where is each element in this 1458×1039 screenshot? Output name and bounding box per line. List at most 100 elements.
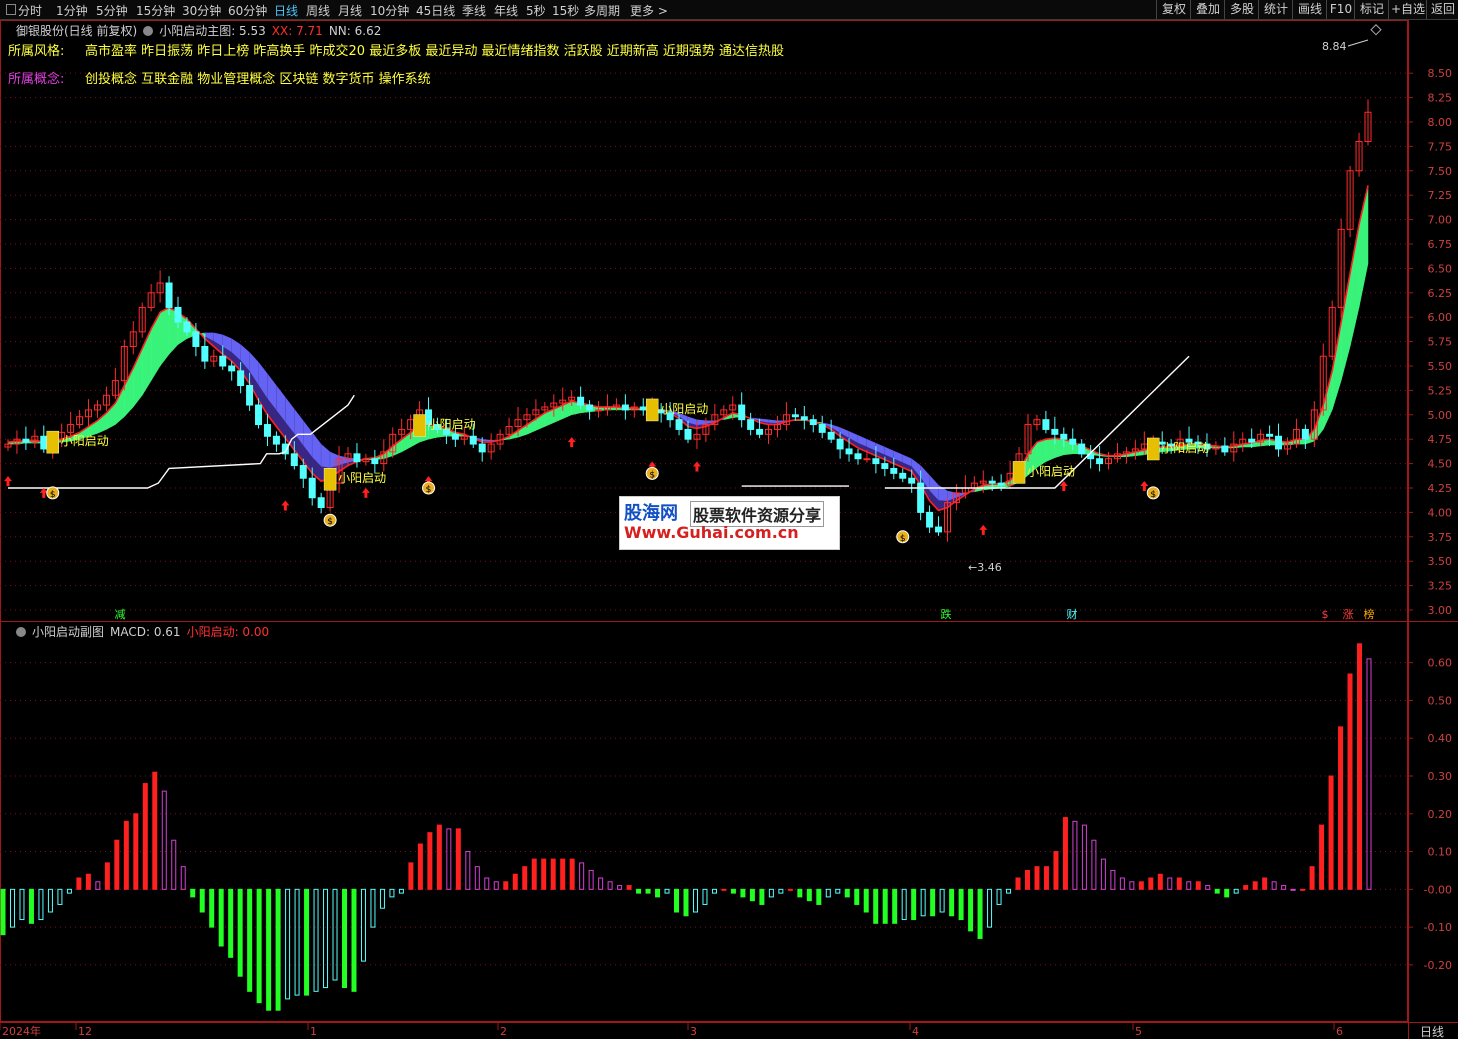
x-axis-label: 1 — [310, 1025, 317, 1038]
macd-bar — [569, 858, 575, 890]
main-y-tick-label: 8.50 — [1428, 67, 1453, 80]
candle-body — [1069, 438, 1077, 445]
macd-bar — [512, 873, 518, 890]
macd-bar — [1138, 881, 1144, 890]
macd-bar — [237, 888, 243, 977]
event-marker: 减 — [115, 608, 126, 621]
candle-body — [577, 396, 585, 406]
candle-body — [639, 406, 647, 411]
money-bag-glyph: $ — [426, 485, 432, 495]
candle-body — [863, 458, 871, 461]
candle-body — [675, 419, 683, 430]
event-marker: 跌 — [941, 607, 952, 621]
candle-body — [988, 480, 996, 484]
candle-body — [800, 416, 808, 421]
main-y-tick-label: 4.25 — [1428, 482, 1453, 495]
x-axis-label: 6 — [1336, 1025, 1343, 1038]
macd-bar — [778, 888, 784, 894]
candle-body — [165, 282, 173, 308]
sub-y-tick-label: 0.50 — [1428, 694, 1453, 707]
macd-bar — [996, 888, 1002, 905]
candle-body — [684, 428, 692, 440]
macd-bar — [332, 888, 338, 981]
macd-bar — [854, 888, 860, 905]
sub-indicator-dropdown-icon[interactable] — [16, 627, 26, 637]
macd-bar — [1205, 885, 1211, 890]
main-header: 御银股份(日线 前复权) 小阳启动主图: 5.53 XX: 7.71 NN: 6.62 — [16, 22, 387, 39]
sub-indicator-name[interactable]: 小阳启动副图 — [32, 625, 104, 639]
macd-bar — [247, 888, 253, 992]
macd-bar — [304, 888, 310, 996]
candle-body — [1248, 438, 1256, 443]
macd-bar — [1233, 888, 1239, 894]
ribbon-segment — [1340, 273, 1351, 381]
indicator-dropdown-icon[interactable] — [143, 26, 154, 36]
macd-bar — [730, 888, 736, 894]
macd-bar — [446, 828, 452, 890]
macd-bar — [0, 888, 6, 936]
macd-bar — [645, 888, 651, 894]
macd-bar — [1167, 877, 1173, 890]
macd-bar — [351, 888, 357, 992]
main-y-tick-label: 7.75 — [1428, 140, 1453, 153]
main-indicator-value: : 5.53 — [231, 24, 266, 38]
macd-bar — [541, 858, 547, 890]
macd-bar — [664, 888, 670, 894]
candle-body — [255, 404, 263, 426]
ribbon-segment — [1036, 438, 1047, 468]
high-label: 8.84 — [1322, 40, 1347, 53]
macd-bar — [1224, 888, 1230, 898]
ribbon-inner — [768, 419, 778, 423]
main-indicator-name[interactable]: 小阳启动主图 — [159, 24, 231, 38]
macd-bar — [579, 862, 585, 890]
macd-bar — [228, 888, 234, 958]
signal-label: 小阳启动 — [428, 418, 476, 432]
candle-body — [935, 526, 943, 533]
macd-bar — [1243, 885, 1249, 890]
candle-body — [836, 438, 844, 450]
candle-body — [854, 453, 862, 460]
main-y-tick-label: 6.25 — [1428, 287, 1453, 300]
signal-label: 小阳启动 — [1027, 464, 1075, 478]
main-y-tick-label: 3.50 — [1428, 555, 1453, 568]
main-y-tick-label: 6.75 — [1428, 238, 1453, 251]
candle-body — [478, 443, 486, 453]
macd-bar — [987, 888, 993, 928]
macd-bar — [920, 888, 926, 917]
macd-bar — [1195, 881, 1201, 890]
macd-bar — [1157, 873, 1163, 890]
macd-bar — [1252, 881, 1258, 890]
macd-bar — [692, 888, 698, 913]
x-axis-label: 2 — [500, 1025, 507, 1038]
candle-body — [881, 463, 889, 469]
macd-value: MACD: 0.61 — [110, 625, 181, 639]
macd-bar — [749, 888, 755, 902]
macd-bar — [1262, 877, 1268, 890]
low-label: ←3.46 — [968, 561, 1002, 574]
candle-body — [192, 331, 200, 347]
macd-bar — [588, 869, 594, 890]
macd-bar — [9, 888, 15, 928]
main-y-tick-label: 7.00 — [1428, 214, 1453, 227]
up-arrow-icon — [4, 476, 12, 487]
macd-bar — [617, 885, 623, 890]
candle-body — [353, 453, 361, 463]
up-arrow-icon — [979, 524, 988, 535]
macd-bar — [323, 888, 329, 989]
macd-bar — [313, 888, 319, 992]
macd-bar — [740, 888, 746, 898]
macd-bar — [474, 866, 480, 890]
macd-bar — [114, 839, 120, 890]
macd-bar — [702, 888, 708, 905]
candle-body — [791, 414, 799, 418]
macd-bar — [1091, 839, 1097, 890]
sub-y-tick-label: 0.40 — [1428, 732, 1453, 745]
main-y-tick-label: 4.00 — [1428, 506, 1453, 519]
ribbon-segment — [1045, 437, 1056, 463]
stock-name[interactable]: 御银股份(日线 前复权) — [16, 24, 137, 38]
macd-bar — [949, 888, 955, 917]
candle-body — [1266, 433, 1274, 437]
macd-bar — [417, 843, 423, 890]
macd-bar — [256, 888, 262, 1004]
macd-bar — [825, 888, 831, 898]
